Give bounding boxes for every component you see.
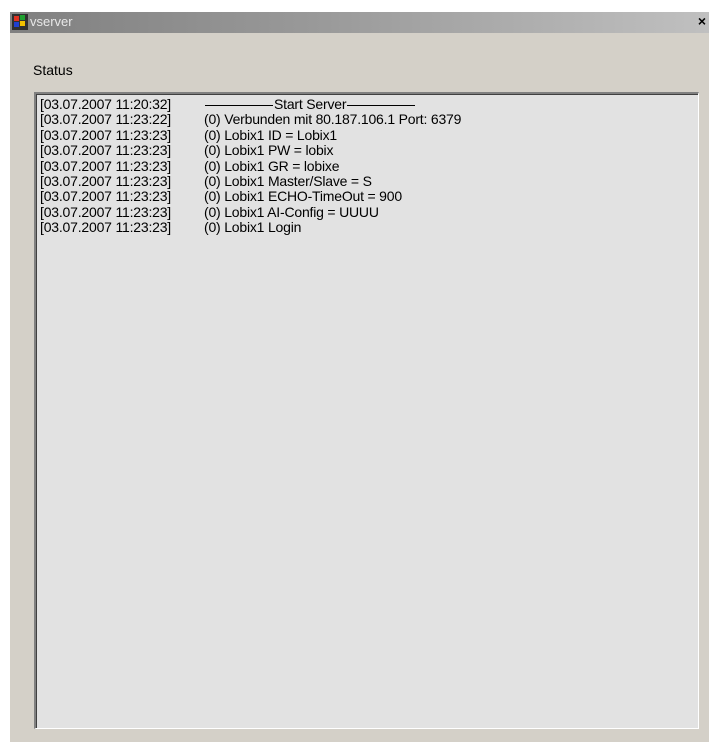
log-entry: [03.07.2007 11:20:32] Start Server: [40, 96, 698, 112]
log-message: (0) Lobix1 Master/Slave = S: [204, 173, 372, 190]
log-message: (0) Lobix1 ECHO-TimeOut = 900: [204, 188, 402, 205]
log-entry: [03.07.2007 11:23:23] (0) Lobix1 Login: [40, 219, 698, 236]
log-timestamp: [03.07.2007 11:23:23]: [40, 219, 171, 236]
status-log[interactable]: [03.07.2007 11:20:32] Start Server [03.0…: [34, 92, 699, 729]
log-entry: [03.07.2007 11:23:22] (0) Verbunden mit …: [40, 111, 698, 128]
title-bar[interactable]: vserver ×: [10, 12, 709, 33]
log-timestamp: [03.07.2007 11:23:23]: [40, 142, 171, 159]
close-icon[interactable]: ×: [694, 14, 709, 28]
log-message: (0) Lobix1 GR = lobixe: [204, 157, 340, 174]
log-entry: [03.07.2007 11:23:23] (0) Lobix1 AI-Conf…: [40, 203, 698, 220]
log-timestamp: [03.07.2007 11:23:23]: [40, 126, 171, 143]
start-server-message: Start Server: [204, 96, 416, 112]
start-server-text: Start Server: [274, 96, 347, 112]
window-title: vserver: [30, 14, 73, 29]
log-entry: [03.07.2007 11:23:23] (0) Lobix1 GR = lo…: [40, 157, 698, 174]
status-label: Status: [33, 62, 73, 78]
log-timestamp: [03.07.2007 11:23:23]: [40, 157, 171, 174]
log-message: (0) Lobix1 Login: [204, 219, 302, 236]
log-message: (0) Verbunden mit 80.187.106.1 Port: 637…: [204, 111, 462, 128]
separator-line: [205, 105, 273, 107]
separator-line: [347, 105, 416, 107]
log-message: (0) Lobix1 AI-Config = UUUU: [204, 203, 379, 220]
log-entry: [03.07.2007 11:23:23] (0) Lobix1 ECHO-Ti…: [40, 188, 698, 205]
log-timestamp: [03.07.2007 11:23:23]: [40, 203, 171, 220]
vserver-window: vserver × Status [03.07.2007 11:20:32] S…: [9, 12, 709, 742]
log-timestamp: [03.07.2007 11:23:23]: [40, 173, 171, 190]
log-entry: [03.07.2007 11:23:23] (0) Lobix1 ID = Lo…: [40, 126, 698, 143]
log-timestamp: [03.07.2007 11:23:22]: [40, 111, 171, 128]
log-timestamp: [03.07.2007 11:23:23]: [40, 188, 171, 205]
log-entry: [03.07.2007 11:23:23] (0) Lobix1 PW = lo…: [40, 142, 698, 159]
log-message: (0) Lobix1 PW = lobix: [204, 142, 334, 159]
log-timestamp: [03.07.2007 11:20:32]: [40, 96, 171, 112]
windows-flag-icon: [12, 14, 28, 30]
log-entry: [03.07.2007 11:23:23] (0) Lobix1 Master/…: [40, 173, 698, 190]
log-message: (0) Lobix1 ID = Lobix1: [204, 126, 337, 143]
